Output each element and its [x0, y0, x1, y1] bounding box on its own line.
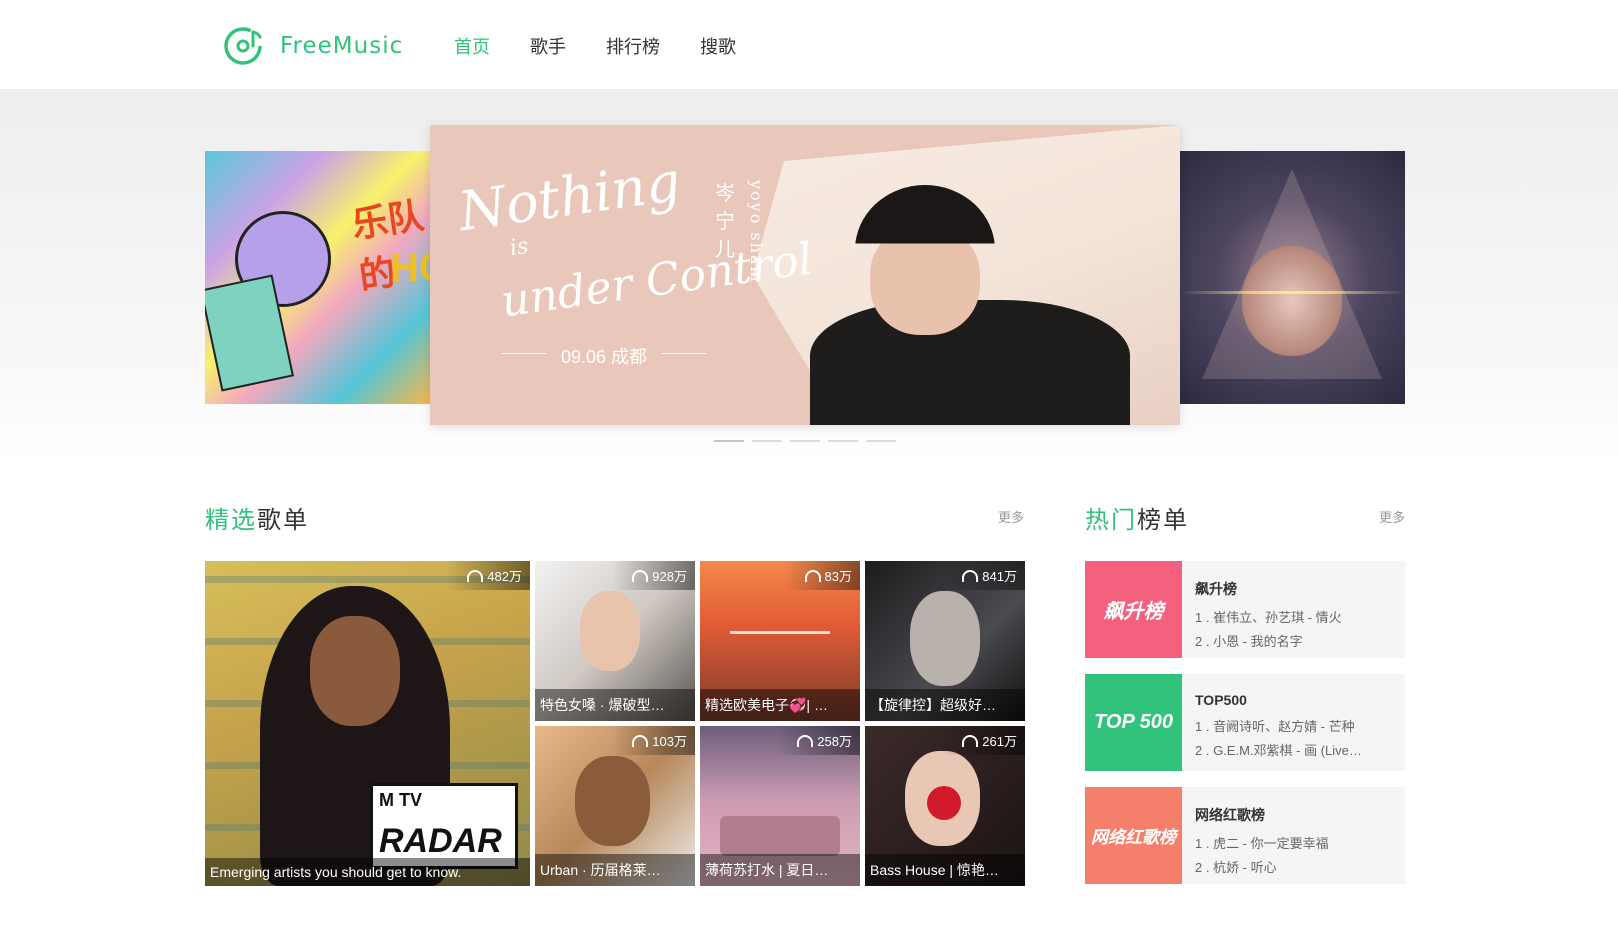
chart-card[interactable]: 飙升榜 飙升榜 1 . 崔伟立、孙艺琪 - 情火 2 . 小恩 - 我的名字	[1085, 561, 1405, 658]
headphones-icon	[467, 570, 484, 582]
playlist-card[interactable]: 103万 Urban · 历届格莱…	[535, 726, 695, 886]
banner-carousel: 乐队的 HO Nothing is under Control 岑宁儿 yoyo…	[0, 89, 1618, 462]
nav-charts[interactable]: 排行榜	[606, 33, 660, 59]
featured-title: 精选歌单	[205, 500, 309, 535]
chart-name: TOP500	[1195, 692, 1247, 708]
playlist-art-face	[910, 591, 980, 686]
play-count: 928万	[612, 561, 695, 590]
chart-song: 1 . 音阙诗听、赵方婧 - 芒种	[1195, 719, 1355, 734]
carousel-dot[interactable]	[790, 440, 820, 442]
carousel-dot[interactable]	[828, 440, 858, 442]
banner-title: under Control	[497, 233, 816, 328]
headphones-icon	[962, 735, 979, 747]
carousel-dot[interactable]	[752, 440, 782, 442]
chart-song: 1 . 虎二 - 你一定要幸福	[1195, 836, 1329, 851]
carousel-dot[interactable]	[714, 440, 744, 442]
mtv-radar-badge: M TV RADAR	[370, 783, 518, 869]
banner-date: 09.06 成都	[502, 343, 706, 369]
playlist-art-shape	[720, 816, 840, 856]
logo[interactable]: FreeMusic	[222, 24, 403, 68]
carousel-dots	[714, 440, 904, 442]
featured-title-rest: 歌单	[257, 507, 309, 534]
chart-card[interactable]: TOP 500 TOP500 1 . 音阙诗听、赵方婧 - 芒种 2 . G.E…	[1085, 674, 1405, 771]
play-count: 103万	[612, 726, 695, 755]
main-nav: 首页 歌手 排行榜 搜歌	[454, 33, 776, 59]
banner-slide-right[interactable]	[1180, 151, 1405, 404]
playlist-art-face	[310, 616, 400, 726]
chart-card[interactable]: 网络红歌榜 网络红歌榜 1 . 虎二 - 你一定要幸福 2 . 杭娇 - 听心	[1085, 787, 1405, 884]
playlist-card-large[interactable]: M TV RADAR 482万 Emerging artists you sho…	[205, 561, 530, 886]
play-count: 841万	[942, 561, 1025, 590]
playlist-art-face	[575, 756, 650, 846]
hot-charts-title: 热门榜单	[1085, 500, 1189, 535]
radar-text: RADAR	[379, 822, 502, 860]
mtv-logo: M TV	[379, 790, 422, 810]
playlist-name: 薄荷苏打水 | 夏日…	[700, 854, 860, 886]
playlist-art-face	[580, 591, 640, 671]
chart-name: 网络红歌榜	[1195, 807, 1265, 823]
headphones-icon	[797, 735, 814, 747]
chart-song: 2 . 杭娇 - 听心	[1195, 860, 1277, 875]
banner-slide-left[interactable]: 乐队的 HO	[205, 151, 430, 404]
banner-title: Nothing	[454, 149, 685, 244]
playlist-art-shape	[730, 631, 830, 634]
headphones-icon	[632, 570, 649, 582]
chart-cover: 飙升榜	[1085, 561, 1182, 658]
hot-charts-more-link[interactable]: 更多	[1379, 507, 1405, 526]
playlist-name: Bass House | 惊艳…	[865, 854, 1025, 886]
chart-name: 飙升榜	[1195, 581, 1237, 597]
play-count: 261万	[942, 726, 1025, 755]
chart-cover: TOP 500	[1085, 674, 1182, 771]
chart-song: 1 . 崔伟立、孙艺琪 - 情火	[1195, 610, 1342, 625]
carousel-dot[interactable]	[866, 440, 896, 442]
banner-art-shape	[810, 300, 1130, 425]
play-count: 83万	[784, 561, 860, 590]
header: FreeMusic 首页 歌手 排行榜 搜歌	[0, 0, 1618, 89]
headphones-icon	[632, 735, 649, 747]
chart-cover: 网络红歌榜	[1085, 787, 1182, 884]
playlist-card[interactable]: 841万 【旋律控】超级好…	[865, 561, 1025, 721]
headphones-icon	[962, 570, 979, 582]
music-disc-icon	[224, 27, 262, 65]
headphones-icon	[804, 570, 821, 582]
playlist-art-rose	[927, 786, 961, 820]
hot-title-accent: 热门	[1085, 507, 1137, 534]
playlist-card[interactable]: 261万 Bass House | 惊艳…	[865, 726, 1025, 886]
featured-more-link[interactable]: 更多	[998, 507, 1024, 526]
play-count: 258万	[777, 726, 860, 755]
banner-slide-active[interactable]: Nothing is under Control 岑宁儿 yoyo sham 0…	[430, 125, 1180, 425]
chart-song: 2 . 小恩 - 我的名字	[1195, 634, 1303, 649]
banner-artist-cn: 岑宁儿	[715, 183, 735, 261]
nav-home[interactable]: 首页	[454, 33, 490, 59]
banner-left-text: HO	[390, 246, 430, 290]
nav-singers[interactable]: 歌手	[530, 33, 566, 59]
banner-title: is	[508, 233, 530, 262]
featured-title-accent: 精选	[205, 507, 257, 534]
nav-search-song[interactable]: 搜歌	[700, 33, 736, 59]
hot-title-rest: 榜单	[1137, 507, 1189, 534]
play-count: 482万	[447, 561, 530, 590]
playlist-name: 【旋律控】超级好…	[865, 689, 1025, 721]
playlist-name: 精选欧美电子💞| …	[700, 689, 860, 721]
logo-text: FreeMusic	[280, 33, 404, 59]
banner-art-shape	[1242, 246, 1342, 356]
banner-art-shape	[1180, 291, 1405, 294]
banner-artist-en: yoyo sham	[747, 180, 766, 284]
playlist-card[interactable]: 83万 精选欧美电子💞| …	[700, 561, 860, 721]
playlist-card[interactable]: 258万 薄荷苏打水 | 夏日…	[700, 726, 860, 886]
chart-song: 2 . G.E.M.邓紫棋 - 画 (Live…	[1195, 743, 1362, 758]
playlist-name: 特色女嗓 · 爆破型…	[535, 689, 695, 721]
playlist-name: Emerging artists you should get to know.	[205, 858, 530, 886]
playlist-card[interactable]: 928万 特色女嗓 · 爆破型…	[535, 561, 695, 721]
playlist-name: Urban · 历届格莱…	[535, 854, 695, 886]
